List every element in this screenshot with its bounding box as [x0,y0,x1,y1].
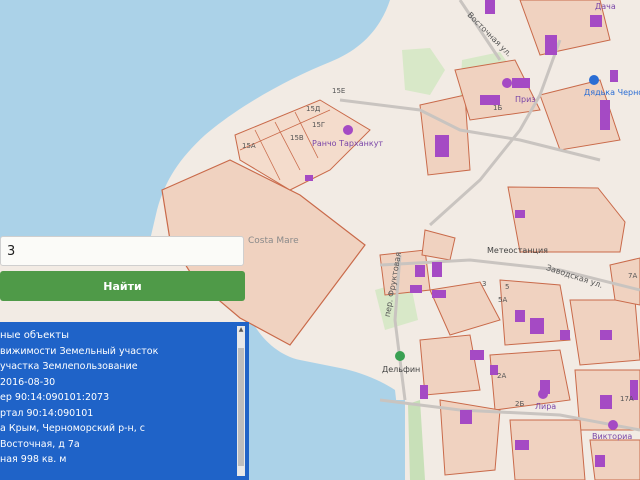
label-rancho: Ранчо Тарханкут [312,139,384,148]
info-row: ная 998 кв. м [0,452,249,468]
scroll-up-icon[interactable]: ▲ [237,326,245,334]
info-value: 2016-08-30 [0,376,56,388]
parcel-number: 15Д [306,105,321,113]
label-costa-mare: Costa Mare [248,236,299,246]
label-lira: Лира [535,402,557,411]
info-row: ртал 90:14:090101 [0,406,249,422]
parcel-block [489,349,571,411]
info-value: Восточная, д 7а [0,438,80,450]
parcel-number: 5А [498,296,508,304]
info-value: а Крым, Черноморский р-н, с [0,423,146,434]
info-row: участка Землепользование [0,359,249,375]
info-value: 90:14:090101 [26,407,94,419]
info-scrollbar[interactable]: ▲ [237,326,245,476]
parcel-block [419,334,481,396]
info-key: участка [0,361,40,372]
info-header: ные объекты [0,330,70,341]
info-value: 90:14:090101:2073 [14,392,110,403]
label-delfin: Дельфин [382,365,421,374]
label-meteo: Метеостанция [487,246,548,255]
scrollbar-thumb[interactable] [238,348,244,466]
parcel-number: 2А [497,372,507,380]
parcel-number: 15Г [312,121,326,129]
info-row: 2016-08-30 [0,375,249,391]
info-row: а Крым, Черноморский р-н, с [0,421,249,437]
label-dyadka: Дядька Черномор [584,88,640,97]
label-dacha: Дача [595,2,616,11]
label-viktoria: Викториа [592,432,633,441]
find-button[interactable]: Найти [0,271,245,301]
label-priz: Приз [515,95,536,104]
parcel-block [609,257,640,306]
parcel-number: 7А [628,272,638,280]
info-key: ная [0,454,18,465]
info-value: 998 кв. м [20,454,67,465]
parcel-number: 15А [242,142,256,150]
search-field[interactable] [0,236,244,266]
info-key: вижимости [0,345,57,357]
search-input[interactable] [1,237,243,265]
parcel-number: 15Е [332,87,346,95]
info-key: ртал [0,407,24,419]
info-row: вижимости Земельный участок [0,344,249,360]
info-row: Восточная, д 7а [0,437,249,453]
info-row: ер 90:14:090101:2073 [0,390,249,406]
parcel-number: 15В [290,134,304,142]
parcel-number: 17А [620,395,634,403]
parcel-number: 1Б [493,104,503,112]
parcel-block [499,279,571,346]
parcel-number: 3 [482,280,487,288]
info-key: ер [0,392,12,403]
object-info-panel: ные объекты вижимости Земельный участок … [0,322,249,480]
parcel-number: 2Б [515,400,525,408]
parcel-number: 5 [505,283,510,291]
info-value: Земельный участок [59,345,159,357]
info-value: Землепользование [42,361,138,372]
